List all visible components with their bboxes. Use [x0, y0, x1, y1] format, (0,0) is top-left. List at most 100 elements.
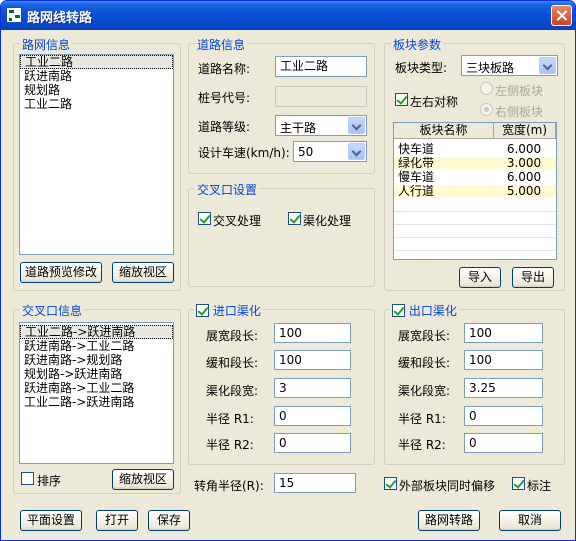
channel-process-label: 渠化处理: [303, 214, 352, 228]
app-icon: [6, 7, 22, 23]
block-type-value: 三块板路: [466, 61, 515, 75]
entry-widen-input[interactable]: 100: [274, 323, 351, 343]
road-grade-select[interactable]: 主干路: [275, 115, 367, 136]
exit-r2-input[interactable]: 0: [464, 433, 543, 453]
grid-line: [394, 211, 556, 212]
block-table[interactable]: 板块名称 宽度(m) 快车道 6.000 绿化带 3.000 慢车道 6.000…: [393, 122, 557, 260]
sort-checkbox[interactable]: [21, 472, 34, 485]
exit-widen-input[interactable]: 100: [464, 323, 543, 343]
block-name-cell: 快车道: [398, 142, 435, 156]
open-button[interactable]: 打开: [96, 510, 138, 531]
cross-process-label: 交叉处理: [213, 214, 262, 228]
road-list-item[interactable]: 跃进南路: [20, 69, 173, 83]
intersection-list-item[interactable]: 规划路->跃进南路: [20, 367, 173, 381]
design-speed-value: 50: [298, 145, 314, 159]
left-block-label: 左侧板块: [495, 84, 544, 98]
symmetric-checkbox[interactable]: [395, 93, 408, 106]
road-zoom-button[interactable]: 缩放视区: [112, 262, 174, 283]
entry-r2-label: 半径 R2:: [206, 438, 254, 452]
intersection-list-item[interactable]: 跃进南路->规划路: [20, 353, 173, 367]
intersection-settings-group: 交叉口设置: [188, 181, 375, 287]
grid-line: [394, 250, 556, 251]
road-list[interactable]: 工业二路 跃进南路 规划路 工业二路: [19, 54, 174, 255]
right-block-radio[interactable]: [480, 103, 493, 116]
road-preview-button[interactable]: 道路预览修改: [20, 262, 102, 283]
block-width-cell: 6.000: [506, 170, 542, 184]
plane-settings-button[interactable]: 平面设置: [20, 510, 82, 531]
intersection-list-item[interactable]: 跃进南路->工业二路: [20, 339, 173, 353]
entry-channel-label: 进口渠化: [212, 304, 261, 318]
import-button[interactable]: 导入: [459, 267, 501, 288]
entry-r1-label: 半径 R1:: [206, 412, 254, 426]
exit-channel-checkbox[interactable]: [392, 304, 405, 317]
turn-radius-label: 转角半径(R):: [194, 479, 264, 493]
entry-widen-label: 展宽段长:: [206, 329, 259, 343]
road-name-input[interactable]: 工业二路: [275, 56, 367, 77]
intersection-list-item[interactable]: 跃进南路->工业二路: [20, 381, 173, 395]
entry-r1-input[interactable]: 0: [274, 406, 351, 426]
offset-label: 外部板块同时偏移: [399, 479, 496, 493]
cancel-button[interactable]: 取消: [499, 510, 561, 531]
window-title: 路网线转路: [27, 11, 93, 26]
symmetric-label: 左右对称: [410, 95, 459, 109]
entry-taper-label: 缓和段长:: [206, 356, 259, 370]
left-block-radio[interactable]: [480, 82, 493, 95]
chevron-down-icon[interactable]: [539, 57, 556, 74]
road-info-title: 道路信息: [195, 36, 248, 53]
road-name-label: 道路名称:: [198, 62, 251, 76]
road-grade-value: 主干路: [280, 121, 317, 135]
entry-width-input[interactable]: 3: [274, 378, 351, 398]
road-network-title: 路网信息: [20, 36, 73, 53]
design-speed-select[interactable]: 50: [293, 141, 367, 162]
grid-line: [394, 224, 556, 225]
exit-width-label: 渠化段宽:: [398, 384, 451, 398]
table-row[interactable]: 快车道 6.000: [394, 143, 556, 155]
entry-r2-input[interactable]: 0: [274, 433, 351, 453]
entry-taper-input[interactable]: 100: [274, 350, 351, 370]
intersection-zoom-button[interactable]: 缩放视区: [112, 469, 174, 490]
annotate-label: 标注: [527, 479, 552, 493]
annotate-checkbox[interactable]: [512, 477, 525, 490]
block-params-title: 板块参数: [391, 36, 444, 53]
convert-button[interactable]: 路网转路: [418, 510, 480, 531]
block-width-cell: 6.000: [506, 142, 542, 156]
intersection-info-title: 交叉口信息: [20, 302, 85, 319]
channel-process-checkbox[interactable]: [288, 212, 301, 225]
road-grade-label: 道路等级:: [198, 120, 251, 134]
entry-channel-checkbox[interactable]: [196, 304, 209, 317]
exit-widen-label: 展宽段长:: [398, 329, 451, 343]
exit-taper-label: 缓和段长:: [398, 356, 451, 370]
intersection-list-item[interactable]: 工业二路->跃进南路: [20, 325, 173, 339]
col-header-width[interactable]: 宽度(m): [494, 123, 556, 139]
exit-taper-input[interactable]: 100: [464, 350, 543, 370]
cross-process-checkbox[interactable]: [198, 212, 211, 225]
chevron-down-icon[interactable]: [348, 143, 365, 160]
road-list-item[interactable]: 规划路: [20, 83, 173, 97]
close-icon[interactable]: [551, 5, 572, 26]
table-row[interactable]: 人行道 5.000: [394, 185, 556, 197]
road-list-item[interactable]: 工业二路: [20, 97, 173, 111]
exit-r1-label: 半径 R1:: [398, 412, 446, 426]
exit-r1-input[interactable]: 0: [464, 406, 543, 426]
exit-width-input[interactable]: 3.25: [464, 378, 543, 398]
road-list-item[interactable]: 工业二路: [20, 55, 173, 69]
table-row[interactable]: 慢车道 6.000: [394, 171, 556, 183]
dialog-window: 路网线转路 路网信息 工业二路 跃进南路 规划路 工业二路 道路预览修改 缩放视…: [0, 0, 576, 541]
intersection-list[interactable]: 工业二路->跃进南路 跃进南路->工业二路 跃进南路->规划路 规划路->跃进南…: [19, 322, 174, 464]
offset-checkbox[interactable]: [384, 477, 397, 490]
intersection-list-item[interactable]: 工业二路->跃进南路: [20, 395, 173, 409]
block-table-header: 板块名称 宽度(m): [394, 123, 556, 139]
chevron-down-icon[interactable]: [348, 117, 365, 134]
table-row[interactable]: 绿化带 3.000: [394, 157, 556, 169]
block-type-select[interactable]: 三块板路: [461, 55, 558, 76]
block-name-cell: 人行道: [398, 184, 435, 198]
stake-code-input[interactable]: [275, 86, 367, 107]
turn-radius-input[interactable]: 15: [274, 473, 356, 493]
save-button[interactable]: 保存: [148, 510, 190, 531]
block-name-cell: 慢车道: [398, 170, 435, 184]
title-bar[interactable]: 路网线转路: [1, 1, 575, 30]
intersection-settings-title: 交叉口设置: [195, 181, 260, 198]
col-header-name[interactable]: 板块名称: [394, 123, 494, 139]
export-button[interactable]: 导出: [512, 267, 554, 288]
exit-channel-title: 出口渠化: [390, 302, 459, 319]
